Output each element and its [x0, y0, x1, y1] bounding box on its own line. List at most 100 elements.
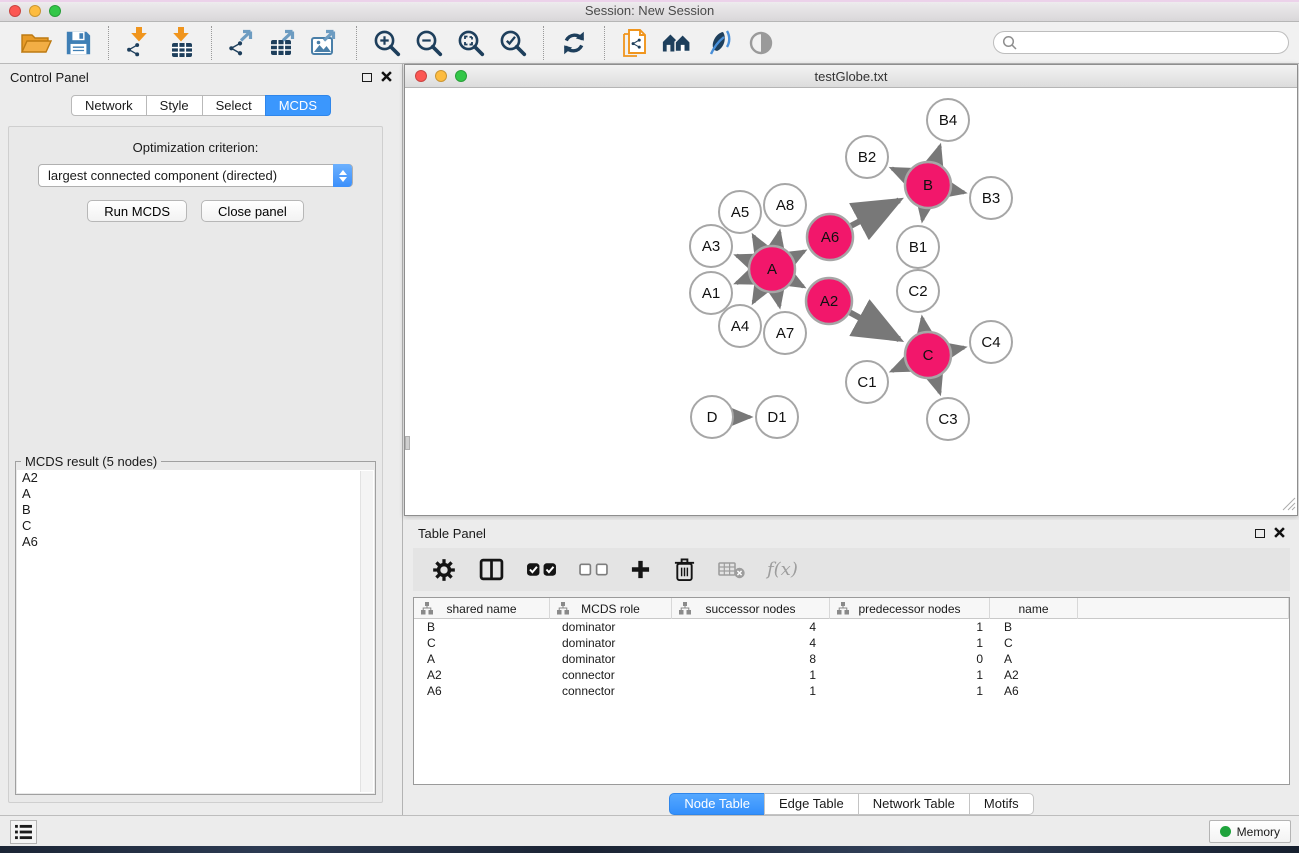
table-cell[interactable]: 4	[672, 635, 830, 651]
table-row[interactable]: Adominator80A	[414, 651, 1289, 667]
tab-motifs[interactable]: Motifs	[969, 793, 1034, 815]
table-cell[interactable]: A6	[414, 683, 550, 699]
home-first-neighbors-icon[interactable]	[661, 27, 693, 59]
open-session-icon[interactable]	[20, 27, 52, 59]
table-cell[interactable]: connector	[550, 683, 672, 699]
add-column-icon[interactable]	[630, 559, 651, 580]
mcds-result-title: MCDS result (5 nodes)	[21, 454, 161, 469]
tab-style[interactable]: Style	[146, 95, 203, 116]
table-cell[interactable]: C	[990, 635, 1078, 651]
close-panel-icon[interactable]	[381, 70, 392, 85]
table-cell[interactable]: A2	[414, 667, 550, 683]
tab-edge-table[interactable]: Edge Table	[764, 793, 859, 815]
window-titlebar: Session: New Session	[0, 0, 1299, 22]
control-panel-title: Control Panel	[10, 70, 89, 85]
network-canvas[interactable]: AA1A2A3A4A5A6A7A8BB1B2B3B4CC1C2C3C4DD1	[405, 88, 1297, 515]
hide-graphics-pen-icon[interactable]	[703, 27, 735, 59]
table-cell[interactable]: 1	[672, 667, 830, 683]
column-header-mcds-role[interactable]: MCDS role	[550, 598, 672, 619]
column-layout-icon[interactable]	[479, 557, 504, 582]
network-from-selection-icon[interactable]	[619, 27, 651, 59]
zoom-out-icon[interactable]	[413, 27, 445, 59]
column-header-successor-nodes[interactable]: successor nodes	[672, 598, 830, 619]
tab-mcds[interactable]: MCDS	[265, 95, 331, 116]
table-cell[interactable]: 1	[830, 667, 990, 683]
table-cell[interactable]: dominator	[550, 635, 672, 651]
close-table-panel-icon[interactable]	[1274, 526, 1285, 541]
table-cell[interactable]: 1	[830, 635, 990, 651]
export-image-icon[interactable]	[310, 27, 342, 59]
tab-select[interactable]: Select	[202, 95, 266, 116]
float-panel-icon[interactable]	[362, 73, 372, 82]
table-cell[interactable]: 1	[830, 619, 990, 635]
show-graphics-eye-icon[interactable]	[745, 27, 777, 59]
table-cell[interactable]: C	[414, 635, 550, 651]
table-panel-title: Table Panel	[418, 526, 486, 541]
table-row[interactable]: A6connector11A6	[414, 683, 1289, 699]
tab-network-table[interactable]: Network Table	[858, 793, 970, 815]
splitter-handle[interactable]	[405, 436, 410, 450]
task-history-button[interactable]	[10, 820, 37, 844]
optimization-criterion-label: Optimization criterion:	[9, 140, 382, 155]
tab-network[interactable]: Network	[71, 95, 147, 116]
mcds-result-item[interactable]: A2	[17, 470, 374, 486]
memory-label: Memory	[1237, 825, 1280, 839]
close-panel-button[interactable]: Close panel	[201, 200, 304, 222]
table-cell[interactable]: 1	[672, 683, 830, 699]
table-row[interactable]: Bdominator41B	[414, 619, 1289, 635]
graph-edge-A2-C[interactable]	[847, 311, 899, 339]
table-cell[interactable]: 1	[830, 683, 990, 699]
search-icon	[1002, 35, 1018, 54]
network-window-titlebar[interactable]: testGlobe.txt	[405, 65, 1297, 88]
zoom-in-icon[interactable]	[371, 27, 403, 59]
mcds-result-item[interactable]: A	[17, 486, 374, 502]
delete-column-icon[interactable]	[673, 557, 696, 582]
graph-node-label-A4: A4	[731, 318, 749, 335]
table-cell[interactable]: A	[414, 651, 550, 667]
column-header-name[interactable]: name	[990, 598, 1078, 619]
graph-node-label-A8: A8	[776, 197, 794, 214]
table-row[interactable]: A2connector11A2	[414, 667, 1289, 683]
memory-button[interactable]: Memory	[1209, 820, 1291, 843]
graph-edge-A6-B[interactable]	[849, 200, 900, 227]
export-network-icon[interactable]	[226, 27, 258, 59]
graph-node-label-C2: C2	[908, 283, 927, 300]
table-settings-gear-icon[interactable]	[431, 557, 457, 583]
column-header-predecessor-nodes[interactable]: predecessor nodes	[830, 598, 990, 619]
float-table-panel-icon[interactable]	[1255, 529, 1265, 538]
refresh-layout-icon[interactable]	[558, 27, 590, 59]
column-type-icon	[421, 602, 433, 618]
table-cell[interactable]: 8	[672, 651, 830, 667]
table-cell[interactable]: A	[990, 651, 1078, 667]
table-cell[interactable]: A6	[990, 683, 1078, 699]
run-mcds-button[interactable]: Run MCDS	[87, 200, 187, 222]
mcds-result-item[interactable]: C	[17, 518, 374, 534]
column-header-shared-name[interactable]: shared name	[414, 598, 550, 619]
import-network-icon[interactable]	[123, 27, 155, 59]
table-cell[interactable]: B	[990, 619, 1078, 635]
table-cell[interactable]: 4	[672, 619, 830, 635]
table-cell[interactable]: A2	[990, 667, 1078, 683]
criterion-dropdown[interactable]: largest connected component (directed)	[38, 164, 353, 187]
table-row[interactable]: Cdominator41C	[414, 635, 1289, 651]
main-toolbar	[0, 22, 1299, 64]
table-cell[interactable]: dominator	[550, 651, 672, 667]
table-cell[interactable]: 0	[830, 651, 990, 667]
select-all-rows-icon[interactable]	[526, 562, 557, 577]
mcds-result-item[interactable]: A6	[17, 534, 374, 550]
result-list-scrollbar[interactable]	[360, 471, 373, 792]
zoom-selected-icon[interactable]	[497, 27, 529, 59]
tab-node-table[interactable]: Node Table	[669, 793, 765, 815]
table-cell[interactable]: B	[414, 619, 550, 635]
save-session-icon[interactable]	[62, 27, 94, 59]
import-table-icon[interactable]	[165, 27, 197, 59]
resize-grip-icon[interactable]	[1279, 494, 1296, 514]
zoom-fit-icon[interactable]	[455, 27, 487, 59]
search-input[interactable]	[993, 31, 1289, 54]
mcds-result-item[interactable]: B	[17, 502, 374, 518]
deselect-all-rows-icon[interactable]	[579, 563, 608, 576]
graph-node-label-C4: C4	[981, 334, 1000, 351]
table-cell[interactable]: connector	[550, 667, 672, 683]
export-table-icon[interactable]	[268, 27, 300, 59]
table-cell[interactable]: dominator	[550, 619, 672, 635]
